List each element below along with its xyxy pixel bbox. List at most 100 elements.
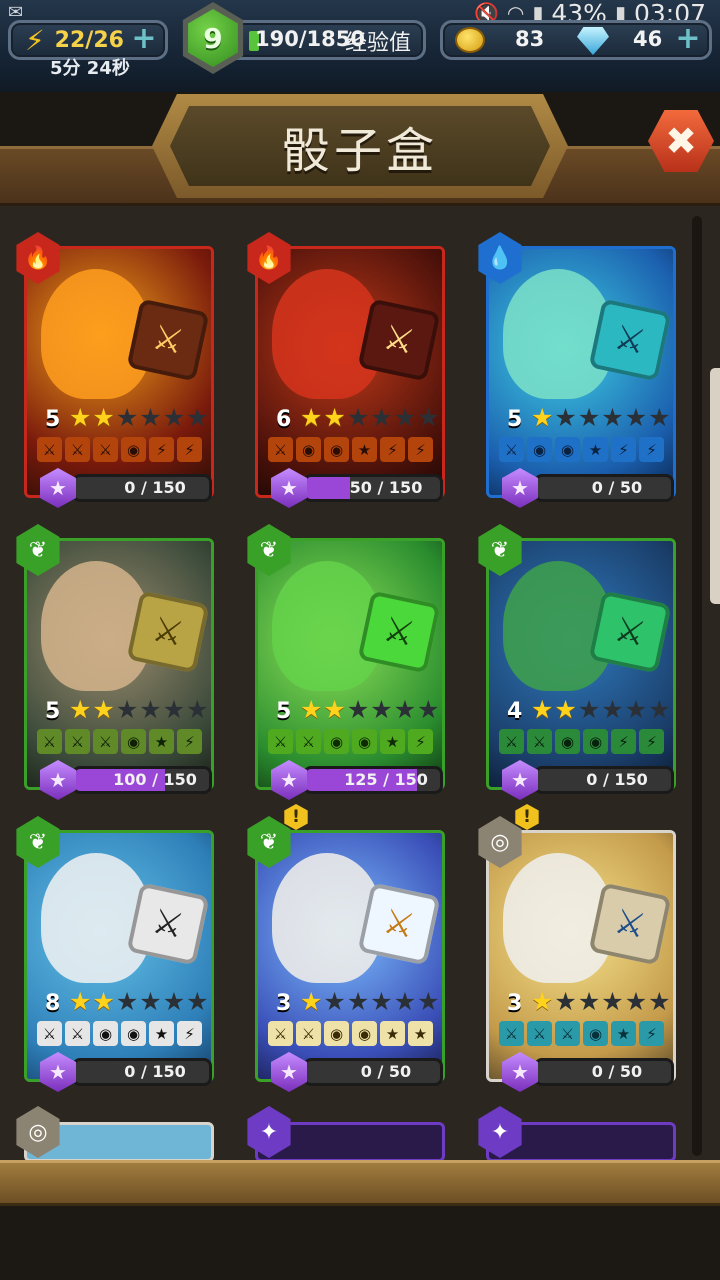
face-sword-icon: ⚔ [499, 729, 524, 754]
page-title: 骰子盒 [281, 123, 438, 179]
die-image: ⚔ [357, 882, 441, 966]
progress-text: 125 / 150 [344, 770, 428, 789]
card-level: 3 [276, 991, 292, 1016]
add-energy-button[interactable]: + [131, 24, 157, 54]
dice-card-water-dragon[interactable]: ⚔ 5 ★ ★ ★ ★ ★ ★ ⚔ ◉ ◉ ★ ⚡ ⚡ [486, 246, 676, 498]
star-empty-icon: ★ [186, 403, 209, 432]
star-filled-icon: ★ [323, 695, 346, 724]
die-faces: ⚔ ◉ ◉ ★ ⚡ ⚡ [499, 437, 664, 462]
face-shield-icon: ◉ [352, 729, 377, 754]
dice-card-unicorn[interactable]: ⚔ 3 ★ ★ ★ ★ ★ ★ ⚔ ⚔ ◉ ◉ ★ ★ [255, 830, 445, 1082]
face-shield-icon: ◉ [93, 1021, 118, 1046]
face-bolt-icon: ⚡ [408, 729, 433, 754]
die-image: ⚔ [357, 590, 441, 674]
bottom-frame [0, 1160, 720, 1206]
die-faces: ⚔ ⚔ ◉ ◉ ★ ⚡ [37, 1021, 202, 1046]
face-star-icon: ★ [583, 437, 608, 462]
star-empty-icon: ★ [370, 987, 393, 1016]
star-filled-icon: ★ [531, 987, 554, 1016]
star-empty-icon: ★ [601, 987, 624, 1016]
star-empty-icon: ★ [601, 695, 624, 724]
star-filled-icon: ★ [300, 403, 323, 432]
dice-card-lava-crab[interactable]: ⚔ 6 ★ ★ ★ ★ ★ ★ ⚔ ◉ ◉ ★ ⚡ ⚡ [255, 246, 445, 498]
face-sword-icon: ⚔ [296, 729, 321, 754]
star-empty-icon: ★ [346, 987, 370, 1016]
die-image: ⚔ [588, 298, 672, 382]
card-progress-bar: 0 / 50 [534, 474, 674, 502]
dice-card-slime-pyramid[interactable]: ⚔ 5 ★ ★ ★ ★ ★ ★ ⚔ ⚔ ◉ ◉ ★ ⚡ [255, 538, 445, 790]
face-shield-icon: ◉ [583, 729, 608, 754]
face-bolt-icon: ⚡ [639, 729, 664, 754]
card-level: 6 [276, 407, 292, 432]
die-image: ⚔ [588, 882, 672, 966]
energy-value: 22/26 [54, 27, 124, 53]
die-faces: ⚔ ⚔ ⚔ ◉ ⚡ ⚡ [37, 437, 202, 462]
card-level: 4 [507, 699, 523, 724]
scrollbar-thumb[interactable] [710, 368, 720, 604]
face-sword-icon: ⚔ [268, 729, 293, 754]
currency-counter[interactable]: 83 46 + [440, 20, 712, 60]
face-sword-icon: ⚔ [93, 729, 118, 754]
face-star-icon: ★ [149, 729, 174, 754]
star-empty-icon: ★ [323, 987, 346, 1016]
scrollbar-track[interactable] [692, 216, 702, 1156]
card-progress-bar: 0 / 50 [303, 1058, 443, 1086]
star-filled-icon: ★ [554, 695, 577, 724]
star-empty-icon: ★ [554, 403, 577, 432]
star-empty-icon: ★ [162, 987, 186, 1016]
star-rating: ★ ★ ★ ★ ★ ★ [69, 404, 209, 432]
lightning-icon: ⚡ [25, 23, 45, 57]
dice-card-griffin[interactable]: ⚔ 3 ★ ★ ★ ★ ★ ★ ⚔ ⚔ ⚔ ◉ ★ ⚡ [486, 830, 676, 1082]
star-rating: ★ ★ ★ ★ ★ ★ [300, 988, 440, 1016]
dice-card-fire-monster[interactable]: ⚔ 5 ★ ★ ★ ★ ★ ★ ⚔ ⚔ ⚔ ◉ ⚡ ⚡ [24, 246, 214, 498]
star-rating: ★ ★ ★ ★ ★ ★ [300, 404, 440, 432]
close-icon: ✖ [665, 119, 697, 163]
die-image: ⚔ [357, 298, 441, 382]
face-star-icon: ★ [611, 1021, 636, 1046]
die-faces: ⚔ ⚔ ⚔ ◉ ★ ⚡ [499, 1021, 664, 1046]
star-empty-icon: ★ [115, 695, 139, 724]
star-filled-icon: ★ [300, 987, 323, 1016]
die-image: ⚔ [588, 590, 672, 674]
star-empty-icon: ★ [186, 695, 209, 724]
star-empty-icon: ★ [648, 987, 671, 1016]
star-empty-icon: ★ [417, 403, 440, 432]
dice-card-dwarf-warrior[interactable]: ⚔ 5 ★ ★ ★ ★ ★ ★ ⚔ ⚔ ⚔ ◉ ★ ⚡ [24, 538, 214, 790]
face-star-icon: ★ [149, 1021, 174, 1046]
star-empty-icon: ★ [624, 987, 648, 1016]
face-sword-icon: ⚔ [93, 437, 118, 462]
star-rating: ★ ★ ★ ★ ★ ★ [531, 404, 671, 432]
progress-text: 0 / 50 [591, 478, 643, 497]
card-level: 3 [507, 991, 523, 1016]
face-shield-icon: ◉ [555, 437, 580, 462]
dice-card-hydra[interactable]: ⚔ 4 ★ ★ ★ ★ ★ ★ ⚔ ⚔ ◉ ◉ ⚡ ⚡ [486, 538, 676, 790]
face-bolt-icon: ⚡ [611, 729, 636, 754]
star-empty-icon: ★ [139, 987, 162, 1016]
star-empty-icon: ★ [393, 987, 417, 1016]
face-shield-icon: ◉ [324, 1021, 349, 1046]
progress-text: 100 / 150 [113, 770, 197, 789]
card-progress-bar: 0 / 50 [534, 1058, 674, 1086]
gem-value: 46 [633, 27, 663, 51]
add-gems-button[interactable]: + [675, 24, 701, 54]
card-progress-bar: 100 / 150 [72, 766, 212, 794]
face-bolt-icon: ⚡ [639, 437, 664, 462]
star-rating: ★ ★ ★ ★ ★ ★ [69, 988, 209, 1016]
star-empty-icon: ★ [624, 403, 648, 432]
face-sword-icon: ⚔ [268, 1021, 293, 1046]
progress-text: 0 / 150 [586, 770, 648, 789]
card-level: 5 [507, 407, 523, 432]
star-filled-icon: ★ [531, 403, 554, 432]
face-shield-icon: ◉ [296, 437, 321, 462]
xp-label: 经验值 [345, 31, 412, 56]
die-faces: ⚔ ⚔ ⚔ ◉ ★ ⚡ [37, 729, 202, 754]
star-empty-icon: ★ [162, 695, 186, 724]
face-bolt-icon: ⚡ [177, 729, 202, 754]
gold-coin-icon [455, 27, 485, 53]
star-empty-icon: ★ [115, 403, 139, 432]
face-sword-icon: ⚔ [499, 437, 524, 462]
face-shield-icon: ◉ [352, 1021, 377, 1046]
progress-text: 0 / 150 [124, 1062, 186, 1081]
dice-card-panda[interactable]: ⚔ 8 ★ ★ ★ ★ ★ ★ ⚔ ⚔ ◉ ◉ ★ ⚡ [24, 830, 214, 1082]
face-shield-icon: ◉ [324, 729, 349, 754]
